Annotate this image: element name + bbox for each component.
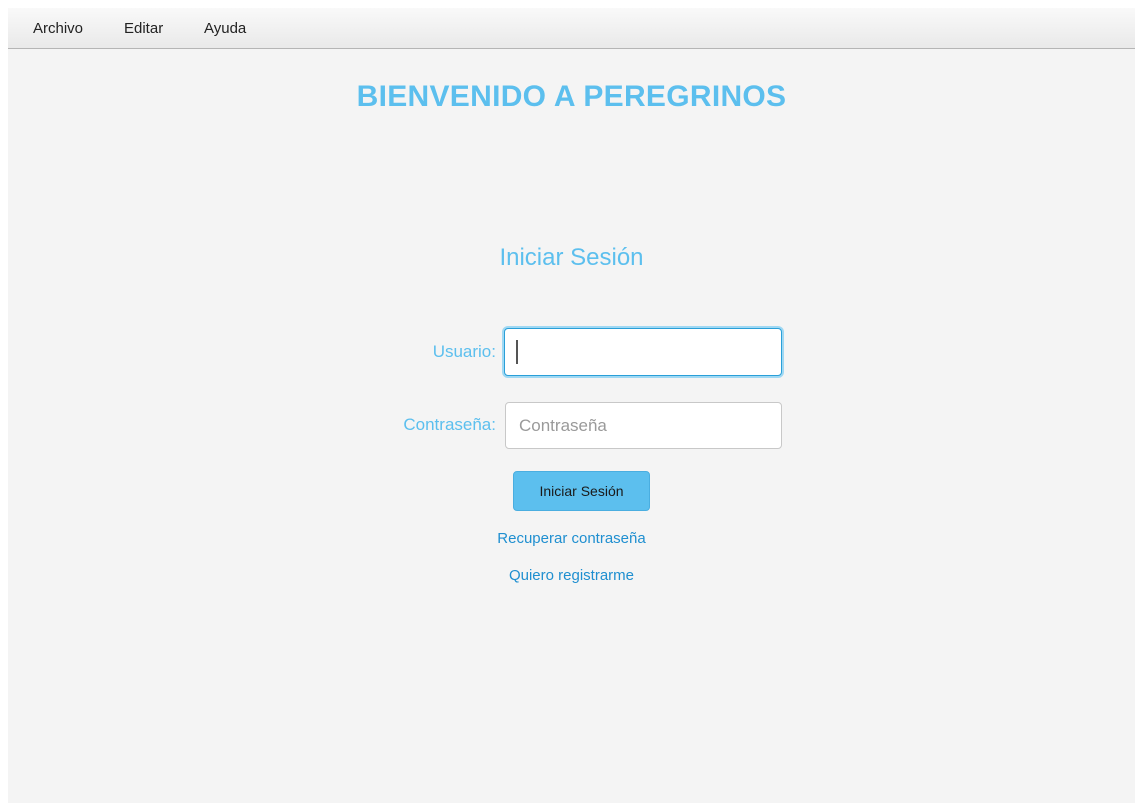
password-placeholder: Contraseña [519,416,607,435]
password-label: Contraseña: [403,415,496,434]
password-input[interactable]: Contraseña [505,402,782,449]
register-link[interactable]: Quiero registrarme [8,567,1135,584]
username-label: Usuario: [432,342,496,361]
menu-ayuda[interactable]: Ayuda [204,20,246,37]
text-caret [516,340,518,364]
menu-bar: Archivo Editar Ayuda [8,8,1135,49]
recover-password-link[interactable]: Recuperar contraseña [8,530,1135,547]
menu-archivo[interactable]: Archivo [33,20,83,37]
username-input[interactable] [504,328,782,376]
login-button[interactable]: Iniciar Sesión [513,471,650,511]
app-window: Archivo Editar Ayuda BIENVENIDO A PEREGR… [8,8,1135,803]
login-title: Iniciar Sesión [499,244,644,271]
welcome-title: BIENVENIDO A PEREGRINOS [356,80,787,113]
menu-editar[interactable]: Editar [124,20,163,37]
